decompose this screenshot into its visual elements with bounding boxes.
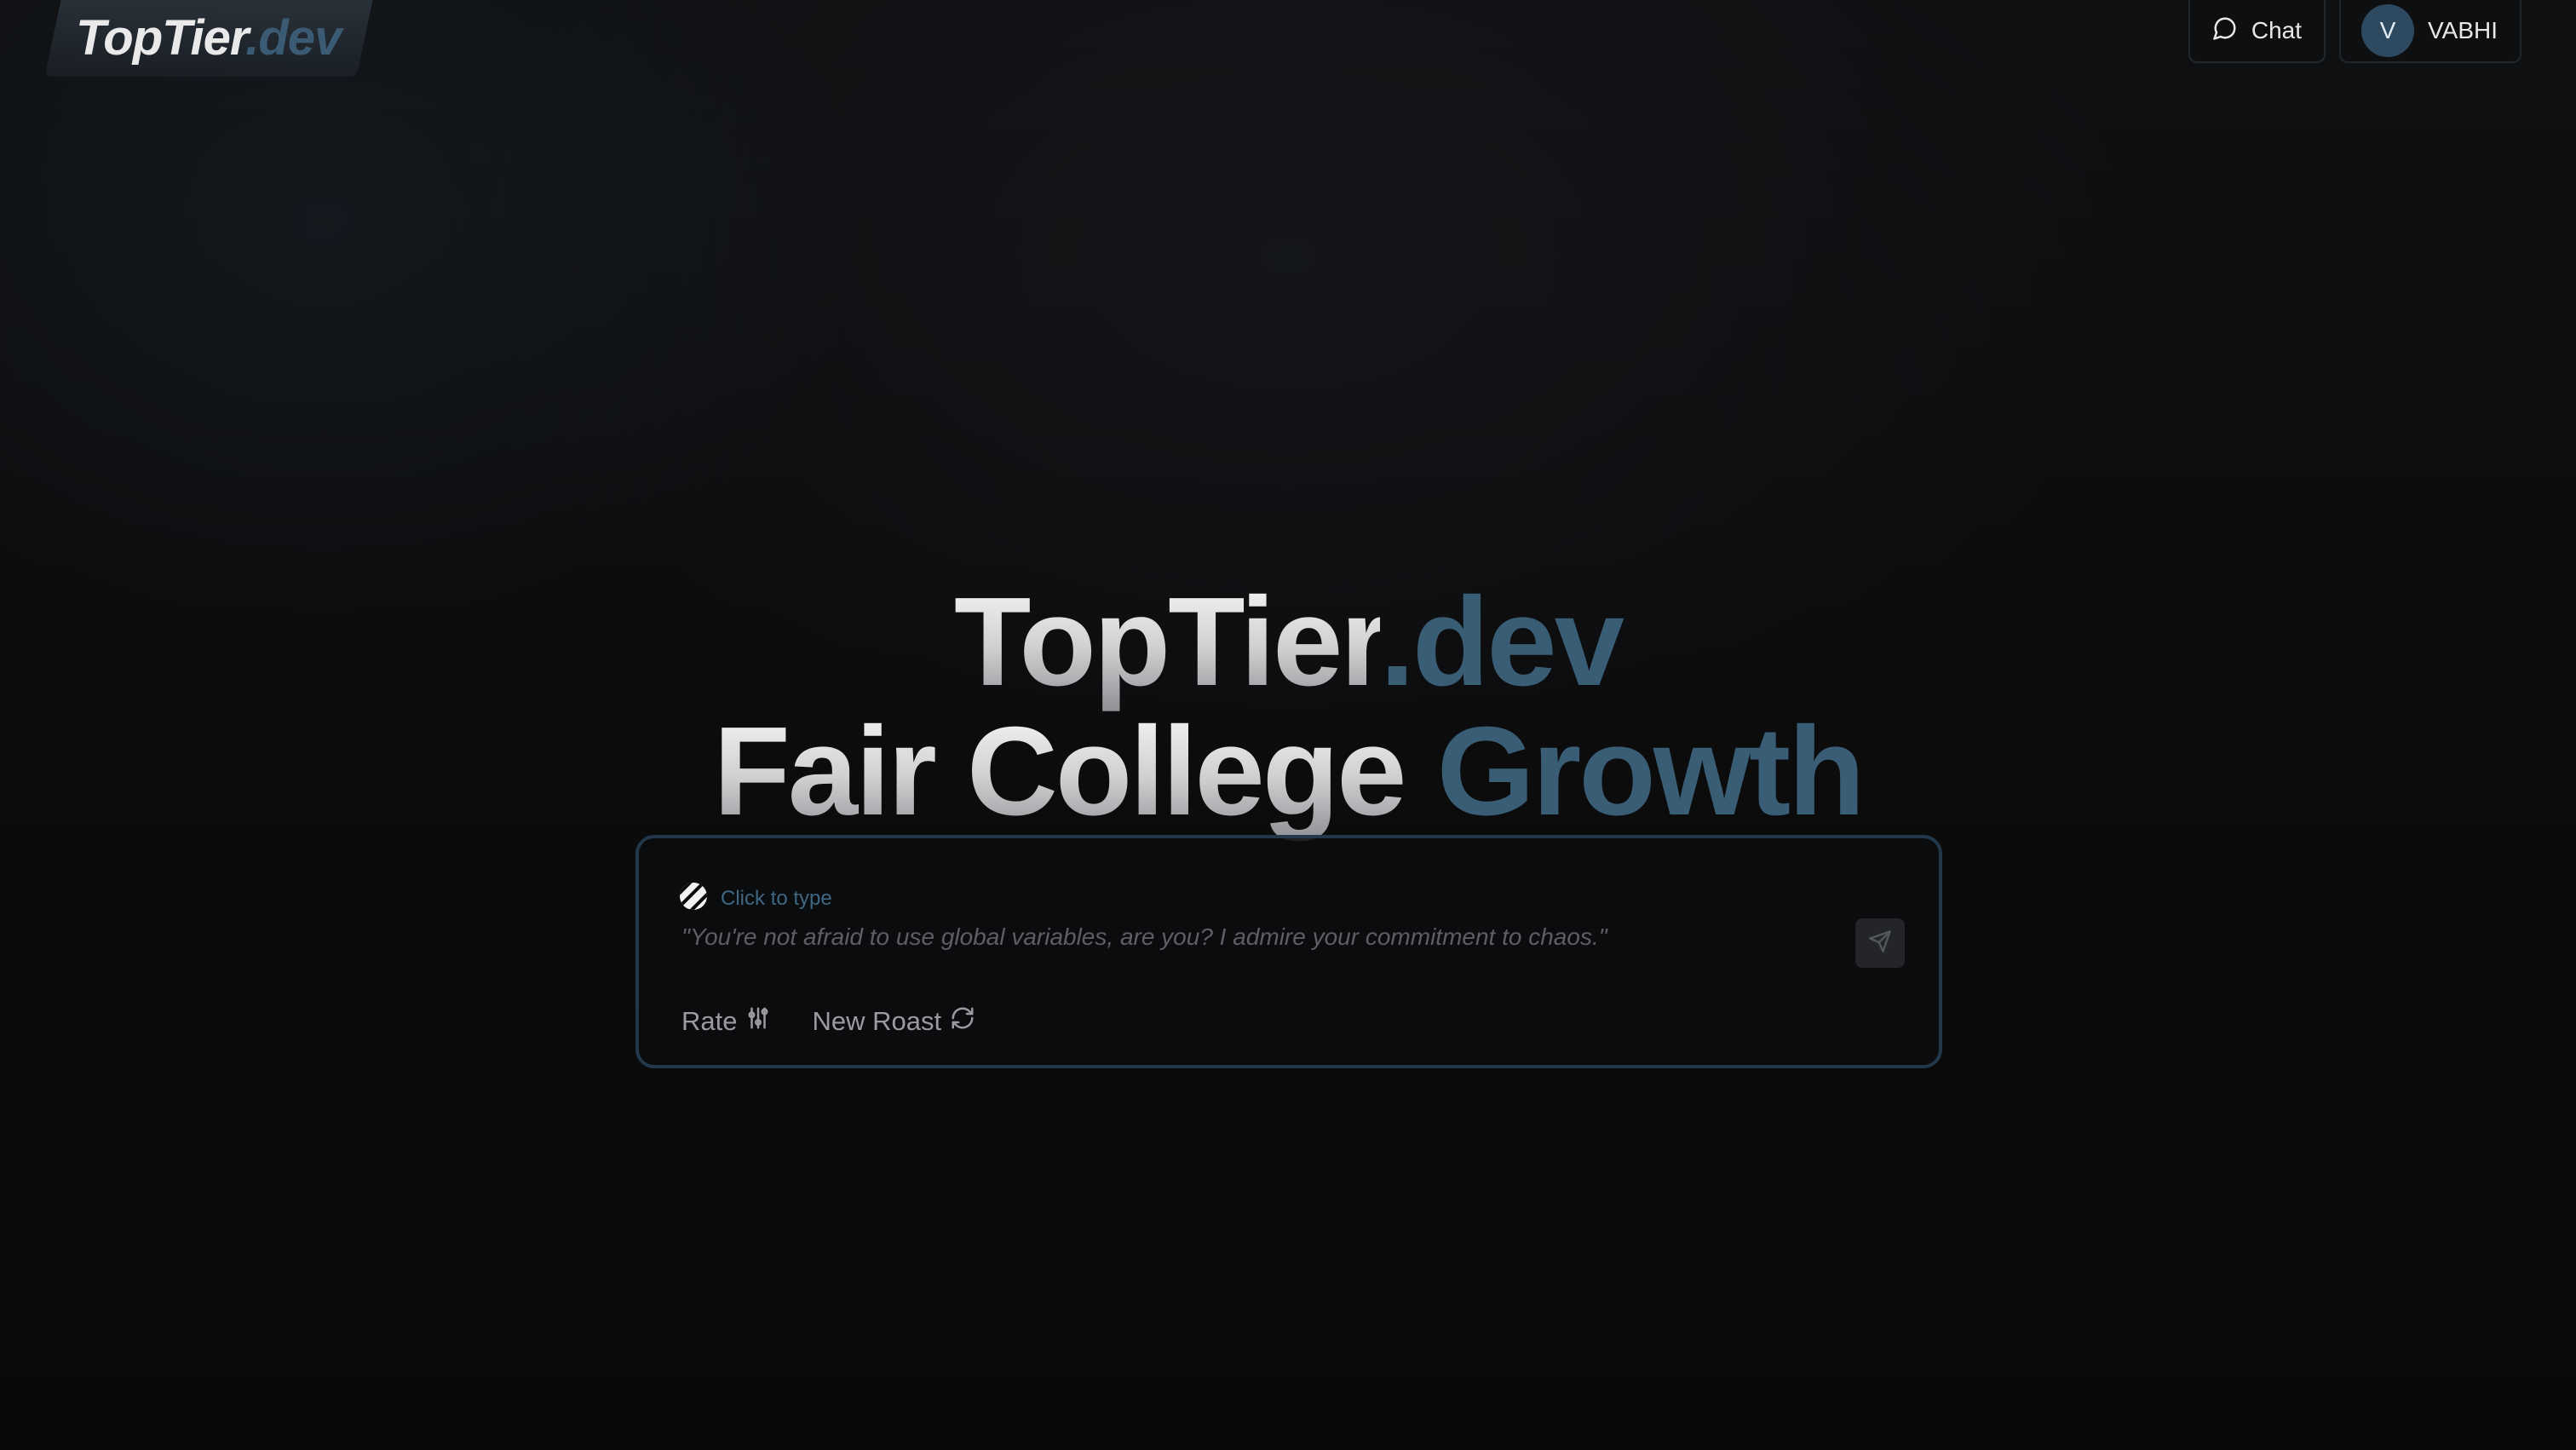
user-name: VABHI [2428, 17, 2498, 43]
user-menu-button[interactable]: V VABHI [2339, 0, 2521, 63]
sliders-icon [745, 1005, 771, 1038]
hero-tagline-highlight: Growth [1436, 701, 1866, 842]
hero-line-1: TopTier.dev [0, 579, 2576, 705]
chat-button[interactable]: Chat [2188, 0, 2326, 63]
logo-text: TopTier.dev [76, 10, 341, 66]
logo-part-dev: .dev [245, 10, 342, 66]
roast-input-card[interactable]: Click to type "You're not afraid to use … [635, 835, 1942, 1068]
card-actions: Rate New Roast [681, 1005, 975, 1038]
avatar: V [2361, 4, 2415, 57]
hero-brand-suffix: .dev [1379, 572, 1624, 712]
send-icon [1868, 929, 1892, 958]
roast-quote-placeholder[interactable]: "You're not afraid to use global variabl… [681, 924, 1607, 951]
rate-button[interactable]: Rate [681, 1005, 771, 1038]
chat-bubble-icon [2212, 15, 2238, 47]
send-button[interactable] [1855, 918, 1905, 968]
hero-brand-text: TopTier [954, 572, 1383, 712]
top-actions: Chat V VABHI [2188, 0, 2521, 63]
app-root: TopTier.dev Chat V VABHI TopTier.dev Fai… [0, 0, 2576, 1450]
hero-tagline-text: Fair College [713, 701, 1406, 842]
new-roast-button[interactable]: New Roast [812, 1005, 975, 1038]
refresh-icon [950, 1005, 975, 1038]
logo[interactable]: TopTier.dev [44, 0, 373, 77]
chat-button-label: Chat [2251, 17, 2303, 43]
logo-part-toptier: TopTier [76, 10, 246, 66]
hero-headline: TopTier.dev Fair College Growth [0, 579, 2576, 835]
rate-label: Rate [681, 1006, 738, 1036]
avatar-initial: V [2379, 17, 2396, 43]
new-roast-label: New Roast [812, 1006, 942, 1036]
card-header: Click to type [678, 881, 832, 916]
click-to-type-hint[interactable]: Click to type [721, 887, 832, 911]
edit-pattern-icon [678, 881, 709, 916]
hero-line-2: Fair College Growth [0, 709, 2576, 835]
